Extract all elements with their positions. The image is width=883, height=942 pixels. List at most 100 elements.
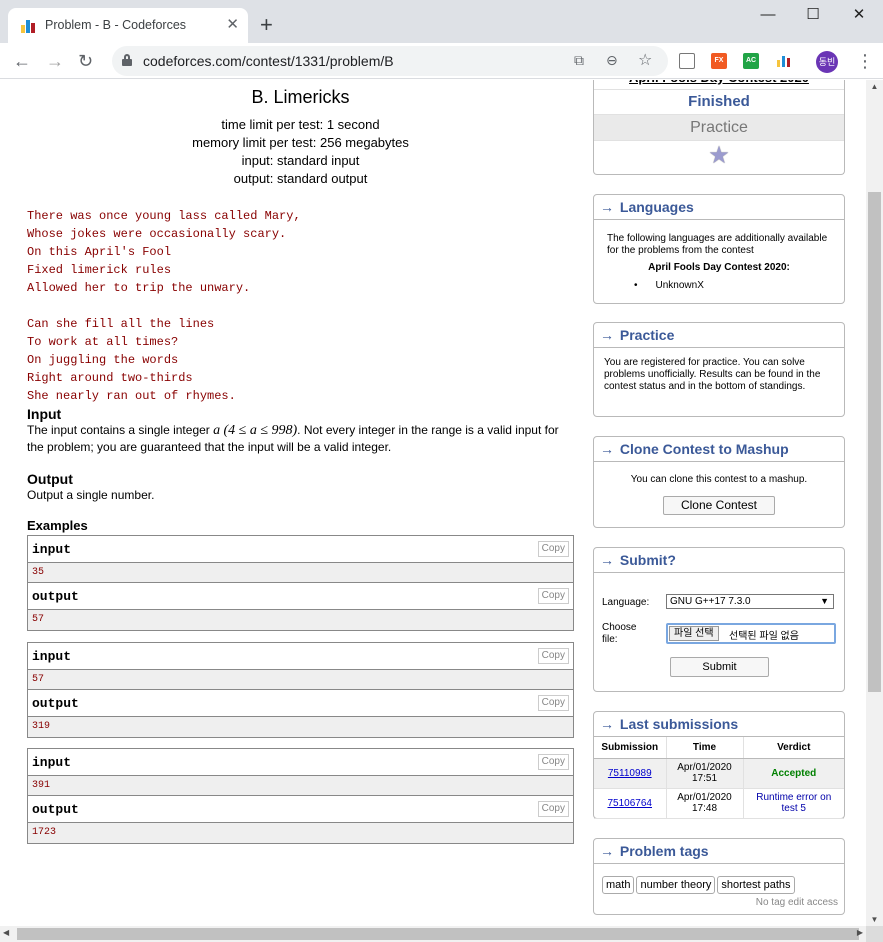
- dropdown-arrow-icon: ▼: [820, 596, 829, 606]
- copy-button[interactable]: Copy: [537, 588, 569, 604]
- submission-link[interactable]: 75106764: [608, 798, 653, 809]
- example-output-value: 319: [28, 717, 573, 737]
- last-submissions-title: → Last submissions: [594, 712, 844, 737]
- tag-edit-note: No tag edit access: [755, 897, 838, 908]
- file-input[interactable]: 파일 선택 선택된 파일 없음: [666, 623, 836, 644]
- example-output-value: 1723: [28, 823, 573, 843]
- input-label: input: [32, 542, 72, 557]
- scroll-down-icon[interactable]: ▼: [866, 915, 883, 924]
- browser-tab[interactable]: Problem - B - Codeforces ✕: [8, 8, 248, 43]
- practice-text: You are registered for practice. You can…: [604, 357, 821, 392]
- choose-file-label: Choose file:: [602, 622, 637, 645]
- menu-kebab-icon[interactable]: ⋮: [856, 51, 874, 71]
- horizontal-scroll-thumb[interactable]: [17, 928, 859, 940]
- copy-button[interactable]: Copy: [537, 754, 569, 770]
- poem-line: There was once young lass called Mary,: [27, 209, 301, 223]
- submission-link[interactable]: 75110989: [608, 768, 652, 779]
- url-text[interactable]: codeforces.com/contest/1331/problem/B: [143, 53, 394, 69]
- contest-info-box: April Fools Day Contest 2020 Finished Pr…: [593, 80, 845, 175]
- example-input-value: 35: [28, 563, 573, 583]
- tab-title: Problem - B - Codeforces: [45, 18, 187, 32]
- submission-date: Apr/01/2020: [677, 762, 732, 773]
- screenshot-ext-icon[interactable]: [679, 53, 695, 69]
- page-content: B. Limericks time limit per test: 1 seco…: [0, 80, 866, 926]
- new-tab-button[interactable]: +: [260, 13, 273, 37]
- scrollbar-corner: [866, 926, 883, 942]
- forward-arrow-icon[interactable]: →: [46, 50, 64, 72]
- submission-time: 17:48: [691, 803, 718, 814]
- languages-box: → Languages The following languages are …: [593, 194, 845, 304]
- example-input-header: input Copy: [28, 536, 573, 563]
- back-arrow-icon[interactable]: ←: [13, 50, 31, 72]
- tags-title-text: Problem tags: [619, 843, 709, 859]
- arrow-icon: →: [600, 552, 614, 568]
- clone-contest-button[interactable]: Clone Contest: [663, 496, 775, 515]
- problem-legend: There was once young lass called Mary, W…: [27, 207, 301, 405]
- submit-button[interactable]: Submit: [670, 657, 769, 677]
- address-bar[interactable]: codeforces.com/contest/1331/problem/B ⧉ …: [112, 46, 668, 76]
- tag-number-theory[interactable]: number theory: [636, 876, 716, 894]
- clone-title-text: Clone Contest to Mashup: [619, 441, 789, 457]
- reload-icon[interactable]: ↻: [78, 50, 93, 72]
- language-select[interactable]: GNU G++17 7.3.0 ▼: [666, 594, 834, 609]
- column-header: Submission: [594, 737, 667, 759]
- input-label: input: [32, 755, 72, 770]
- time-cell: Apr/01/2020 17:48: [666, 788, 744, 819]
- poem-line: Can she fill all the lines: [27, 317, 215, 331]
- arrow-icon: →: [600, 199, 614, 215]
- tag-shortest-paths[interactable]: shortest paths: [717, 876, 795, 894]
- verdict-accepted[interactable]: Accepted: [771, 768, 816, 779]
- copy-button[interactable]: Copy: [537, 541, 569, 557]
- poem-line: She nearly ran out of rhymes.: [27, 389, 236, 403]
- examples-title: Examples: [27, 518, 88, 533]
- example-test: input Copy 35 output Copy 57: [27, 535, 574, 631]
- poem-line: Whose jokes were occasionally scary.: [27, 227, 287, 241]
- horizontal-scrollbar[interactable]: ◀ ▶: [0, 926, 866, 942]
- practice-box: → Practice You are registered for practi…: [593, 322, 845, 417]
- submission-date: Apr/01/2020: [677, 792, 732, 803]
- ac-ext-icon[interactable]: AC: [743, 53, 759, 69]
- zoom-icon[interactable]: ⊖: [606, 52, 618, 69]
- practice-title: → Practice: [594, 323, 844, 348]
- input-label: input: [32, 649, 72, 664]
- scroll-right-icon[interactable]: ▶: [857, 928, 863, 937]
- example-test: input Copy 57 output Copy 319: [27, 642, 574, 738]
- copy-button[interactable]: Copy: [537, 801, 569, 817]
- favourite-star-icon[interactable]: ★: [594, 141, 844, 173]
- submit-title-text: Submit?: [619, 552, 676, 568]
- tab-close-icon[interactable]: ✕: [226, 16, 239, 34]
- copy-button[interactable]: Copy: [537, 648, 569, 664]
- submission-cell: 75110989: [594, 758, 667, 789]
- copy-button[interactable]: Copy: [537, 695, 569, 711]
- tag-math[interactable]: math: [602, 876, 635, 894]
- fx-ext-icon[interactable]: FX: [711, 53, 727, 69]
- chart-ext-icon[interactable]: [775, 53, 791, 69]
- choose-file-button[interactable]: 파일 선택: [669, 626, 719, 641]
- language-label: Language:: [602, 597, 650, 608]
- time-limit: time limit per test: 1 second: [221, 117, 380, 132]
- example-input-header: input Copy: [28, 749, 573, 776]
- contest-name-link[interactable]: April Fools Day Contest 2020: [594, 80, 844, 90]
- arrow-icon: →: [600, 441, 614, 457]
- table-row: 75110989 Apr/01/2020 17:51 Accepted: [594, 758, 844, 789]
- output-label: output: [32, 802, 79, 817]
- submission-cell: 75106764: [594, 788, 667, 819]
- close-window-button[interactable]: ✕: [836, 5, 882, 27]
- vertical-scrollbar[interactable]: ▲ ▼: [866, 80, 883, 926]
- example-test: input Copy 391 output Copy 1723: [27, 748, 574, 844]
- maximize-button[interactable]: ☐: [790, 5, 836, 27]
- translate-icon[interactable]: ⧉: [574, 52, 584, 69]
- scroll-left-icon[interactable]: ◀: [3, 928, 9, 937]
- scroll-up-icon[interactable]: ▲: [866, 82, 883, 91]
- verdict-runtime-error[interactable]: Runtime error on test 5: [749, 792, 839, 814]
- bookmark-star-icon[interactable]: ☆: [638, 50, 652, 70]
- vertical-scroll-thumb[interactable]: [868, 192, 881, 692]
- language-select-value: GNU G++17 7.3.0: [670, 596, 751, 607]
- practice-link[interactable]: Practice: [594, 115, 844, 141]
- codeforces-favicon-icon: [21, 19, 37, 33]
- last-submissions-title-text: Last submissions: [619, 716, 739, 732]
- profile-avatar[interactable]: 동빈: [816, 51, 838, 73]
- column-header: Verdict: [743, 737, 844, 759]
- minimize-button[interactable]: —: [745, 5, 791, 27]
- example-output-header: output Copy: [28, 796, 573, 823]
